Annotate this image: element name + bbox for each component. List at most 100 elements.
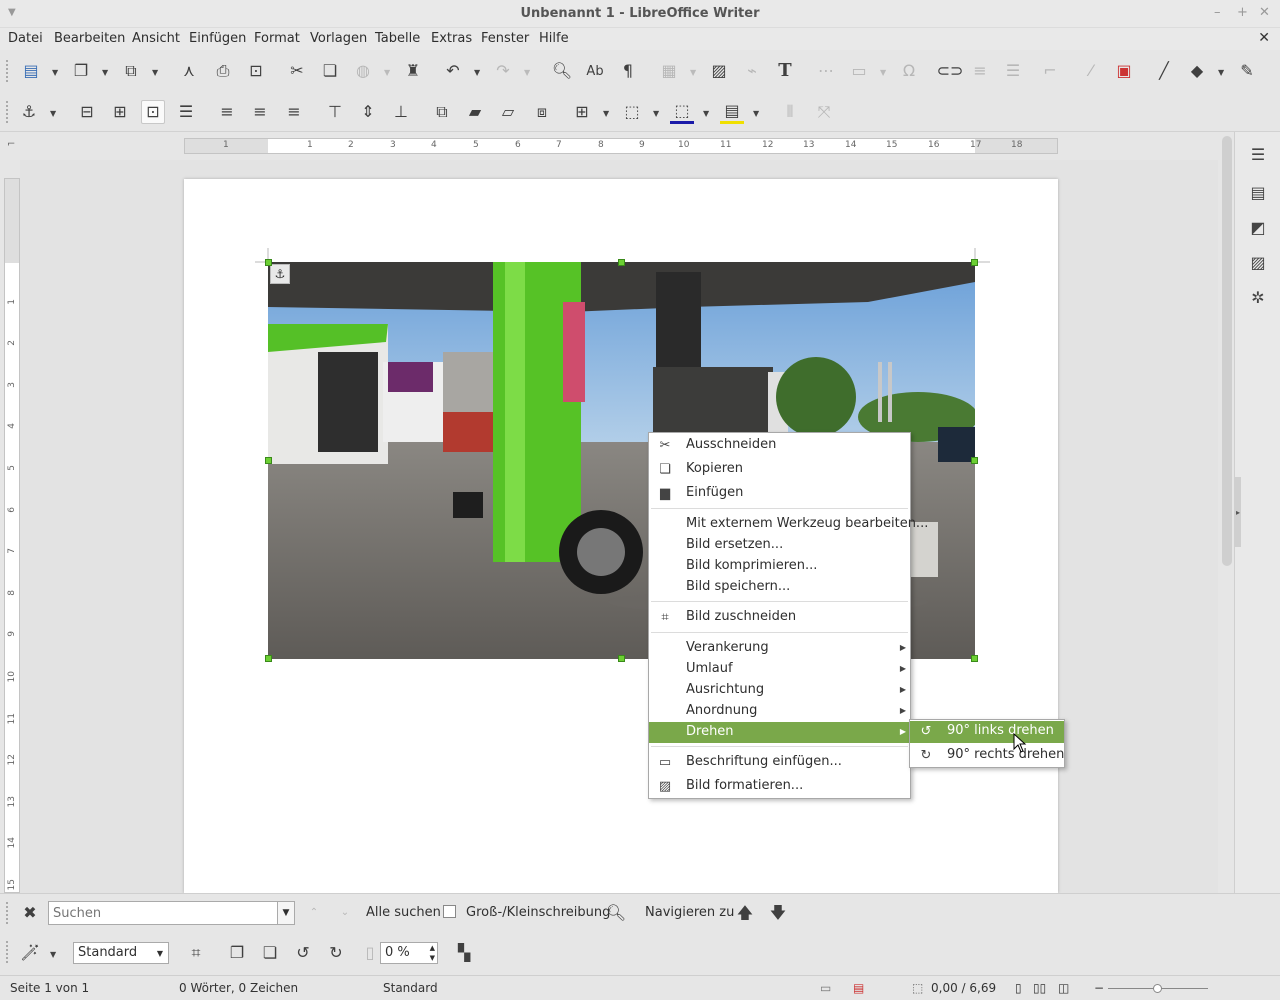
resize-handle-se[interactable] xyxy=(971,655,978,662)
selection-mode-icon[interactable]: ▭ xyxy=(820,981,831,995)
styles-icon[interactable]: ◩ xyxy=(1247,216,1269,238)
menu-format[interactable]: Format xyxy=(254,31,300,46)
find-previous-icon[interactable]: ⌃ xyxy=(302,901,326,925)
menu-extras[interactable]: Extras xyxy=(431,31,472,46)
scrollbar-thumb[interactable] xyxy=(1222,136,1232,566)
image-properties-icon[interactable]: ▚ xyxy=(452,941,476,965)
menu-item-copy[interactable]: ❏ Kopieren xyxy=(649,459,910,480)
document-modified-icon[interactable]: ▤ xyxy=(853,981,864,995)
match-case-checkbox[interactable] xyxy=(443,905,456,918)
insert-table-icon[interactable]: ▦ xyxy=(657,59,681,83)
zoom-out-icon[interactable]: − xyxy=(1094,981,1104,995)
navigator-icon[interactable]: ✲ xyxy=(1247,286,1269,308)
insert-line-icon[interactable]: ╱ xyxy=(1152,59,1176,83)
forward-one-icon[interactable]: ▰ xyxy=(463,100,487,124)
find-replace-icon[interactable]: 🔍︎ xyxy=(550,59,574,83)
close-document-icon[interactable]: ✕ xyxy=(1258,30,1270,46)
back-one-icon[interactable]: ▱ xyxy=(496,100,520,124)
navigate-to-label[interactable]: Navigieren zu xyxy=(645,905,734,920)
resize-handle-nw[interactable] xyxy=(265,259,272,266)
search-history-dropdown[interactable]: ▼ xyxy=(277,901,295,925)
export-pdf-icon[interactable]: ⋏ xyxy=(177,59,201,83)
page-style[interactable]: Standard xyxy=(383,981,438,995)
resize-handle-sw[interactable] xyxy=(265,655,272,662)
link-frames-icon[interactable]: ⫴ xyxy=(778,100,802,124)
track-changes-icon[interactable]: ▣ xyxy=(1112,59,1136,83)
menu-tabelle[interactable]: Tabelle xyxy=(375,31,420,46)
clone-formatting-icon[interactable]: ♜ xyxy=(401,59,425,83)
tab-stop-icon[interactable]: ⌐ xyxy=(7,139,15,150)
resize-handle-e[interactable] xyxy=(971,457,978,464)
align-right-icon[interactable]: ≡ xyxy=(282,100,306,124)
print-preview-icon[interactable]: ⊡ xyxy=(244,59,268,83)
toolbar-grip[interactable] xyxy=(6,941,9,963)
menu-item-rotate-left[interactable]: ↺ 90° links drehen xyxy=(910,721,1064,743)
navigate-down-icon[interactable]: 🡇 xyxy=(766,901,790,925)
insert-field-icon[interactable]: ▭ xyxy=(847,59,871,83)
menu-datei[interactable]: Datei xyxy=(8,31,43,46)
multi-page-view-icon[interactable]: ▯▯ xyxy=(1033,981,1046,995)
properties-icon[interactable]: ▤ xyxy=(1247,181,1269,203)
paste-icon[interactable]: ◍ xyxy=(351,59,375,83)
menu-vorlagen[interactable]: Vorlagen xyxy=(310,31,367,46)
menu-item-anchor[interactable]: Verankerung ▶ xyxy=(649,638,910,659)
menu-item-rotate[interactable]: Drehen ▶ xyxy=(649,722,910,743)
unlink-frames-icon[interactable]: ⤧ xyxy=(812,100,836,124)
border-style-icon[interactable]: ⬚ xyxy=(620,100,644,124)
redo-icon[interactable]: ↷ xyxy=(491,59,515,83)
templates-icon[interactable]: ⧉ xyxy=(119,59,143,83)
rotate-right-icon[interactable]: ↻ xyxy=(324,941,348,965)
insert-comment-icon[interactable]: ⁄ xyxy=(1079,59,1103,83)
anchor-icon[interactable]: ⚓ xyxy=(270,264,290,284)
insert-hyperlink-icon[interactable]: ⊂⊃ xyxy=(937,59,964,83)
word-count[interactable]: 0 Wörter, 0 Zeichen xyxy=(179,981,298,995)
single-page-view-icon[interactable]: ▯ xyxy=(1015,981,1022,995)
toolbar-grip[interactable] xyxy=(6,902,9,924)
navigate-up-icon[interactable]: 🡅 xyxy=(733,901,757,925)
find-replace-icon[interactable]: 🔍︎ xyxy=(604,901,628,925)
align-bottom-icon[interactable]: ⊥ xyxy=(389,100,413,124)
formatting-marks-icon[interactable]: ¶ xyxy=(616,59,640,83)
flip-vertical-icon[interactable]: ❐ xyxy=(225,941,249,965)
borders-icon[interactable]: ⊞ xyxy=(570,100,594,124)
cut-icon[interactable]: ✂ xyxy=(285,59,309,83)
wrap-optimal-icon[interactable]: ⊡ xyxy=(141,100,165,124)
menu-ansicht[interactable]: Ansicht xyxy=(132,31,180,46)
anchor-icon[interactable]: ⚓ xyxy=(17,100,41,124)
send-to-back-icon[interactable]: ⧈ xyxy=(530,100,554,124)
menu-item-crop-image[interactable]: ⌗ Bild zuschneiden xyxy=(649,607,910,628)
window-menu-icon[interactable]: ▼ xyxy=(8,7,16,18)
menu-item-arrange[interactable]: Anordnung ▶ xyxy=(649,701,910,722)
menu-item-paste[interactable]: ▆ Einfügen xyxy=(649,483,910,504)
resize-handle-s[interactable] xyxy=(618,655,625,662)
resize-handle-w[interactable] xyxy=(265,457,272,464)
print-icon[interactable]: ⎙ xyxy=(211,59,235,83)
align-left-icon[interactable]: ≡ xyxy=(215,100,239,124)
background-color-icon[interactable]: ▤ xyxy=(720,100,744,124)
flip-horizontal-icon[interactable]: ❏ xyxy=(258,941,282,965)
spelling-icon[interactable]: Ab xyxy=(583,59,607,83)
insert-endnote-icon[interactable]: ☰ xyxy=(1001,59,1025,83)
page-count[interactable]: Seite 1 von 1 xyxy=(10,981,89,995)
menu-item-replace-image[interactable]: Bild ersetzen... xyxy=(649,535,910,556)
maximize-button[interactable]: + xyxy=(1237,5,1248,20)
wrap-off-icon[interactable]: ⊟ xyxy=(75,100,99,124)
align-middle-icon[interactable]: ⇕ xyxy=(356,100,380,124)
insert-bookmark-icon[interactable]: ⌐ xyxy=(1038,59,1062,83)
menu-item-edit-external[interactable]: Mit externem Werkzeug bearbeiten... xyxy=(649,514,928,535)
find-next-icon[interactable]: ⌄ xyxy=(333,901,357,925)
graphics-mode-select[interactable]: Standard ▼ xyxy=(73,942,169,964)
insert-footnote-icon[interactable]: ≡ xyxy=(968,59,992,83)
resize-handle-ne[interactable] xyxy=(971,259,978,266)
insert-page-break-icon[interactable]: ⋯ xyxy=(814,59,838,83)
menu-item-align[interactable]: Ausrichtung ▶ xyxy=(649,680,910,701)
align-top-icon[interactable]: ⊤ xyxy=(323,100,347,124)
crop-icon[interactable]: ⌗ xyxy=(184,941,208,965)
undo-icon[interactable]: ↶ xyxy=(441,59,465,83)
horizontal-ruler[interactable]: 1 1 2 3 4 5 6 7 8 9 10 11 12 13 14 15 16… xyxy=(184,138,1058,154)
basic-shapes-icon[interactable]: ◆ xyxy=(1185,59,1209,83)
book-view-icon[interactable]: ◫ xyxy=(1058,981,1069,995)
wrap-through-icon[interactable]: ☰ xyxy=(174,100,198,124)
search-input[interactable] xyxy=(48,901,278,925)
vertical-ruler[interactable]: 1 2 3 4 5 6 7 8 9 10 11 12 13 14 15 xyxy=(4,178,20,893)
